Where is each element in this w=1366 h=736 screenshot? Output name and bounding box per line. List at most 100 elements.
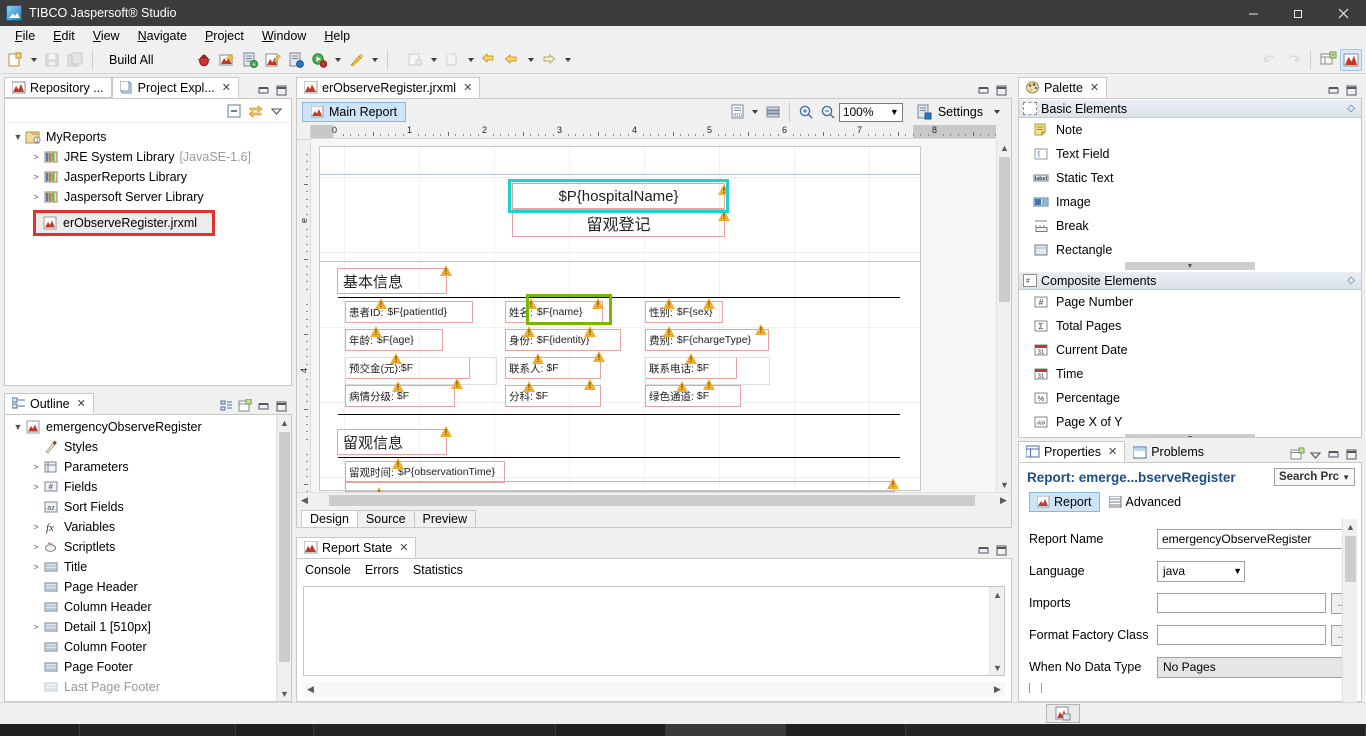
minimize-icon[interactable] (1325, 82, 1341, 98)
dataset-dropdown-icon[interactable] (749, 101, 762, 123)
minimize-icon[interactable] (975, 542, 991, 558)
chevron-down-icon[interactable]: ▼ (890, 107, 899, 117)
build-all-button[interactable]: Build All (99, 53, 163, 67)
taskbar-segment[interactable] (786, 724, 906, 736)
when-no-data-type-select[interactable]: No Pages ▼ (1157, 657, 1353, 678)
palette-item-text-field[interactable]: I Text Field (1019, 142, 1361, 166)
tab-source[interactable]: Source (357, 510, 415, 527)
palette-item-percentage[interactable]: % Percentage (1019, 386, 1361, 410)
report-page[interactable]: $P{hospitalName} 留观登记 基本信息 (319, 146, 921, 491)
warning-icon[interactable] (703, 298, 715, 309)
chevron-right-icon[interactable]: > (29, 562, 43, 572)
new-item-icon[interactable] (441, 49, 463, 71)
palette-item-rectangle[interactable]: Rectangle (1019, 238, 1361, 262)
section-collapse-icon[interactable]: ◇ (1347, 103, 1355, 114)
scroll-right-icon[interactable]: ▶ (996, 493, 1011, 508)
chevron-down-icon[interactable]: ▼ (11, 132, 25, 142)
settings-button[interactable]: Settings (935, 105, 990, 119)
warning-icon[interactable] (523, 381, 535, 392)
link-with-editor-icon[interactable] (246, 102, 264, 120)
palette-item-note[interactable]: Note (1019, 118, 1361, 142)
warning-icon[interactable] (755, 324, 767, 335)
properties-scrollbar[interactable]: ▲ ▼ (1342, 519, 1357, 715)
minimize-icon[interactable] (255, 82, 271, 98)
zoom-in-icon[interactable] (795, 101, 817, 123)
run-report-icon[interactable] (216, 49, 238, 71)
chevron-right-icon[interactable]: > (29, 172, 43, 182)
tree-item-jaspersoft-server-library[interactable]: > Jaspersoft Server Library (5, 187, 291, 207)
taskbar-segment[interactable] (906, 724, 1366, 736)
maximize-icon[interactable] (993, 542, 1009, 558)
field-age[interactable]: 年龄: $F{age} (345, 329, 443, 351)
warning-icon[interactable] (676, 381, 688, 392)
scroll-down-icon[interactable]: ▼ (990, 660, 1005, 675)
warning-icon[interactable] (440, 265, 452, 276)
palette-item-static-text[interactable]: label Static Text (1019, 166, 1361, 190)
maximize-icon[interactable] (1343, 446, 1359, 462)
collapse-all-icon[interactable] (225, 102, 243, 120)
back-icon[interactable] (478, 49, 500, 71)
language-select[interactable]: java ▼ (1157, 561, 1245, 582)
debug-icon[interactable] (193, 49, 215, 71)
chevron-down-icon[interactable]: ▼ (1342, 473, 1350, 482)
canvas-vertical-scrollbar[interactable]: ▲ ▼ (996, 140, 1011, 492)
warning-icon[interactable] (663, 326, 675, 337)
tab-repository[interactable]: Repository ... (4, 77, 112, 98)
tab-properties[interactable]: Properties ✕ (1018, 441, 1125, 462)
title-on-new-page-checkbox[interactable] (1029, 683, 1042, 693)
settings-icon[interactable] (913, 101, 935, 123)
maximize-icon[interactable] (273, 82, 289, 98)
palette-item-time[interactable]: 31 Time (1019, 362, 1361, 386)
scroll-up-icon[interactable]: ▲ (997, 140, 1011, 155)
warning-icon[interactable] (451, 378, 463, 389)
close-icon[interactable]: ✕ (1108, 445, 1117, 458)
console-horizontal-scrollbar[interactable]: ◀ ▶ (303, 682, 1005, 697)
scroll-up-icon[interactable]: ▲ (277, 415, 292, 430)
chevron-right-icon[interactable]: > (29, 542, 43, 552)
taskbar-segment[interactable] (80, 724, 236, 736)
maximize-icon[interactable] (993, 82, 1009, 98)
menu-navigate[interactable]: Navigate (129, 27, 196, 45)
tab-outline[interactable]: Outline ✕ (4, 393, 94, 414)
report-name-input[interactable]: emergencyObserveRegister (1157, 529, 1353, 549)
outline-item-column-footer[interactable]: Column Footer (5, 637, 291, 657)
view-menu-icon[interactable] (1307, 446, 1323, 462)
field-prepaid-amount-box[interactable] (345, 357, 497, 385)
undo-nav-icon[interactable] (1259, 49, 1281, 71)
chevron-right-icon[interactable]: > (29, 482, 43, 492)
warning-icon[interactable] (887, 478, 899, 489)
menu-edit[interactable]: Edit (44, 27, 84, 45)
warning-icon[interactable] (375, 298, 387, 309)
outline-item-column-header[interactable]: Column Header (5, 597, 291, 617)
new-folder-dropdown-icon[interactable] (427, 49, 440, 71)
minimize-icon[interactable] (255, 398, 271, 414)
taskbar-segment[interactable] (236, 724, 314, 736)
warning-icon[interactable] (370, 326, 382, 337)
warning-icon[interactable] (584, 326, 596, 337)
new-view-icon[interactable] (1289, 446, 1305, 462)
outline-item-scriptlets[interactable]: > Scriptlets (5, 537, 291, 557)
taskbar-segment-active[interactable] (666, 724, 786, 736)
scroll-up-icon[interactable]: ▲ (1343, 519, 1358, 534)
chevron-right-icon[interactable]: > (29, 192, 43, 202)
forward-dropdown-icon[interactable] (524, 49, 537, 71)
scroll-right-icon[interactable]: ▶ (990, 682, 1005, 697)
outline-item-report[interactable]: ▼ emergencyObserveRegister (5, 417, 291, 437)
taskbar-segment[interactable] (314, 724, 556, 736)
outline-item-sort-fields[interactable]: az Sort Fields (5, 497, 291, 517)
warning-icon[interactable] (593, 351, 605, 362)
subtab-statistics[interactable]: Statistics (413, 563, 463, 577)
subtab-errors[interactable]: Errors (365, 563, 399, 577)
sort-icon[interactable] (219, 398, 235, 414)
chevron-down-icon[interactable]: ▼ (1227, 566, 1242, 576)
forward-icon[interactable] (501, 49, 523, 71)
scrollbar-thumb[interactable] (329, 495, 975, 506)
open-perspective-icon[interactable]: + (1317, 49, 1339, 71)
palette-item-image[interactable]: Image (1019, 190, 1361, 214)
warning-icon[interactable] (523, 326, 535, 337)
warning-icon[interactable] (703, 379, 715, 390)
chevron-right-icon[interactable]: > (29, 462, 43, 472)
taskbar-segment[interactable] (0, 724, 80, 736)
scroll-left-icon[interactable]: ◀ (297, 493, 312, 508)
imports-input[interactable] (1157, 593, 1326, 613)
